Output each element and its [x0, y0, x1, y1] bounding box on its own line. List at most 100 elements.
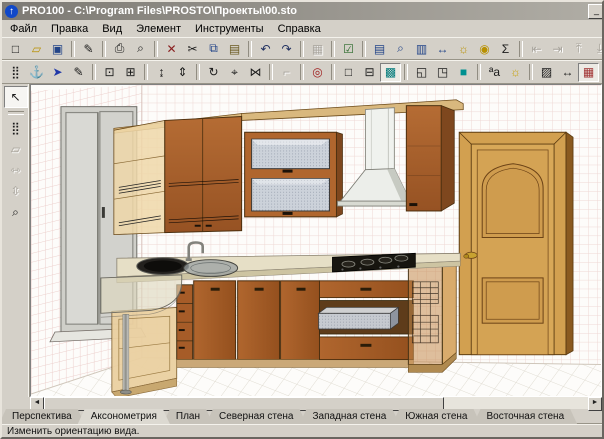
view-box-edges-icon: ◱	[416, 65, 427, 79]
print-preview-button[interactable]: ⌕	[130, 39, 151, 58]
view-hidden-lines-icon: ⊟	[364, 65, 374, 79]
paste-button[interactable]: ▤	[224, 39, 245, 58]
materials-button[interactable]: ▨	[536, 63, 557, 82]
toolbar-separator	[154, 41, 158, 57]
design-canvas[interactable]	[30, 84, 602, 397]
new-document-button[interactable]: □	[5, 39, 26, 58]
copy-button[interactable]: ⧉	[203, 39, 224, 58]
view-wireframe-button[interactable]: □	[338, 63, 359, 82]
toolbar-separator	[102, 41, 106, 57]
raise-element-button[interactable]: ↨	[151, 63, 172, 82]
free-elevation-icon: ⇕	[177, 65, 187, 79]
toolbar-separator	[529, 64, 533, 80]
zoom-area-tool-button[interactable]: ⌕	[5, 202, 27, 222]
element-structure-button[interactable]: ▥	[411, 39, 432, 58]
tab-south-wall[interactable]: Южная стена	[392, 409, 480, 424]
snap-tool-icon: ⣿	[11, 121, 20, 135]
view-hidden-lines-button[interactable]: ⊟	[359, 63, 380, 82]
save-project-button[interactable]: ▣	[47, 39, 68, 58]
tab-axonometry[interactable]: Аксонометрия	[78, 409, 170, 424]
scrollbar-track[interactable]	[444, 397, 588, 409]
window-handle	[102, 207, 105, 218]
print-preview-icon: ⌕	[137, 41, 144, 56]
redo-button[interactable]: ↷	[276, 39, 297, 58]
menu-help[interactable]: Справка	[271, 22, 328, 36]
toolbar-left: ↖⣿▱⇿⇳⌕	[2, 84, 30, 397]
delete-icon: ✕	[166, 42, 176, 56]
cut-button[interactable]: ✂	[182, 39, 203, 58]
menu-view[interactable]: Вид	[95, 22, 129, 36]
hints-button[interactable]: ☼	[453, 39, 474, 58]
report-checklist-button[interactable]: ☑	[338, 39, 359, 58]
tab-plan[interactable]: План	[163, 409, 213, 424]
menu-file[interactable]: Файл	[3, 22, 44, 36]
show-dimensions-icon: ↔	[562, 65, 574, 79]
mirror-element-button[interactable]: ⋈	[245, 63, 266, 82]
project-properties-button[interactable]: ✎	[78, 39, 99, 58]
undo-button[interactable]: ↶	[255, 39, 276, 58]
tab-north-wall[interactable]: Северная стена	[206, 409, 307, 424]
delete-button[interactable]: ✕	[161, 39, 182, 58]
anchor-button[interactable]: ⚓	[26, 63, 47, 82]
snap-points-button[interactable]: ⣿	[5, 63, 26, 82]
toolbar-separator	[71, 41, 75, 57]
price-calculation-button[interactable]: ◉	[474, 39, 495, 58]
open-project-button[interactable]: ▱	[26, 39, 47, 58]
sink-drainer	[184, 260, 238, 277]
basket-end-cabinet[interactable]	[408, 261, 456, 372]
menu-element[interactable]: Элемент	[129, 22, 188, 36]
rotate-element-button[interactable]: ↻	[203, 63, 224, 82]
corner-base-cabinet[interactable]	[112, 307, 177, 396]
sum-report-button[interactable]: Σ	[495, 39, 516, 58]
view-search-button[interactable]: ⌕	[390, 39, 411, 58]
selection-frame-button[interactable]: ⊡	[99, 63, 120, 82]
view-solid-button[interactable]: ■	[453, 63, 474, 82]
view-textured-icon: ▩	[385, 65, 396, 79]
lighting-button[interactable]: ☼	[505, 63, 526, 82]
draw-pencil-button[interactable]: ✎	[68, 63, 89, 82]
rotate-element-icon: ↻	[208, 65, 218, 79]
project-properties-icon: ✎	[83, 42, 93, 56]
view-box-contours-button[interactable]: ◳	[432, 63, 453, 82]
snap-tool-button[interactable]: ⣿	[5, 118, 27, 138]
element-properties-icon: ▦	[312, 42, 323, 56]
show-dimensions-button[interactable]: ↔	[557, 63, 578, 82]
pointer-tool-button[interactable]: ↖	[4, 86, 28, 108]
corner-tool-button: ⌐	[276, 63, 297, 82]
select-pointer-button[interactable]: ➤	[47, 63, 68, 82]
show-grid-button[interactable]: ▦	[578, 63, 599, 82]
menu-edit[interactable]: Правка	[44, 22, 95, 36]
view-textured-button[interactable]: ▩	[380, 63, 401, 82]
horizontal-scrollbar[interactable]: ◄ ►	[30, 397, 602, 409]
align-right-icon: ⇥	[552, 42, 562, 56]
interior-door[interactable]	[459, 132, 573, 354]
app-icon: ↑	[5, 5, 18, 18]
move-element-button[interactable]: ⌖	[224, 63, 245, 82]
wall-cabinet-right[interactable]	[406, 106, 454, 211]
align-top-icon: ⤒	[576, 41, 581, 56]
view-box-edges-button[interactable]: ◱	[411, 63, 432, 82]
tab-east-wall[interactable]: Восточная стена	[473, 409, 577, 424]
view-wireframe-icon: □	[345, 65, 352, 79]
glass-wall-cabinets[interactable]	[245, 132, 343, 217]
snap-points-icon: ⣿	[11, 65, 20, 79]
menu-tools[interactable]: Инструменты	[188, 22, 271, 36]
tab-west-wall[interactable]: Западная стена	[299, 409, 399, 424]
selection-frame-add-button[interactable]: ⊞	[120, 63, 141, 82]
corner-wall-cabinet[interactable]	[114, 114, 242, 235]
free-elevation-button[interactable]: ⇕	[172, 63, 193, 82]
tab-perspective[interactable]: Перспектива	[0, 409, 85, 424]
dimensions-report-button[interactable]: ↔	[432, 39, 453, 58]
minimize-button[interactable]: _	[588, 4, 604, 19]
title-bar[interactable]: ↑ PRO100 - C:\Program Files\PROSTO\Проек…	[2, 2, 602, 20]
report-list-button[interactable]: ▤	[369, 39, 390, 58]
hints-icon: ☼	[458, 42, 469, 56]
toolbar-separator	[248, 41, 252, 57]
report-list-icon: ▤	[374, 42, 385, 56]
show-grid-icon: ▦	[583, 65, 594, 79]
print-button[interactable]: ⎙	[109, 39, 130, 58]
collision-check-button[interactable]: ◎	[307, 63, 328, 82]
oven-drawer-unit[interactable]	[318, 281, 413, 360]
show-labels-button[interactable]: ªa	[484, 63, 505, 82]
bar-leg	[123, 314, 129, 391]
